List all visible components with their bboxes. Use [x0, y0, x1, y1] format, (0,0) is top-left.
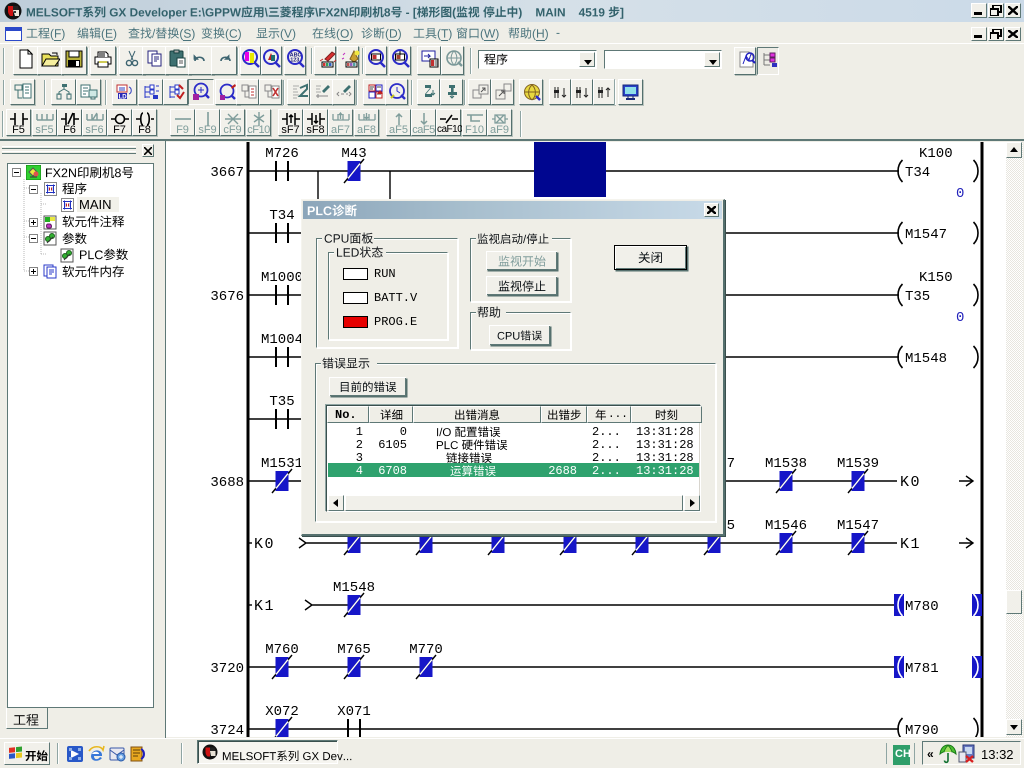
svg-text:M1548: M1548: [905, 351, 947, 367]
svg-text:T35: T35: [269, 394, 294, 410]
svg-text:3720: 3720: [210, 661, 244, 677]
svg-text:M1548: M1548: [333, 580, 375, 596]
svg-text:M726: M726: [265, 146, 299, 162]
svg-text:T34: T34: [905, 165, 930, 181]
svg-text:3676: 3676: [210, 289, 244, 305]
svg-text:K0: K0: [254, 536, 275, 553]
svg-text:K100: K100: [919, 146, 953, 162]
svg-text:M765: M765: [337, 642, 371, 658]
svg-text:M790: M790: [905, 723, 939, 737]
svg-text:M780: M780: [905, 599, 939, 615]
svg-text:K1: K1: [900, 536, 921, 553]
svg-text:X072: X072: [265, 704, 299, 720]
svg-text:K0: K0: [900, 474, 921, 491]
svg-text:0: 0: [956, 186, 964, 202]
svg-text:M760: M760: [265, 642, 299, 658]
svg-text:M43: M43: [341, 146, 366, 162]
svg-text:M1547: M1547: [905, 227, 947, 243]
svg-text:LD: LD: [119, 94, 128, 100]
svg-text:M1538: M1538: [765, 456, 807, 472]
svg-text:M1547: M1547: [837, 518, 879, 534]
svg-text:K150: K150: [919, 270, 953, 286]
svg-text:T34: T34: [269, 208, 294, 224]
svg-text:3667: 3667: [210, 165, 244, 181]
svg-text:M770: M770: [409, 642, 443, 658]
svg-text:M1539: M1539: [837, 456, 879, 472]
svg-text:123: 123: [290, 58, 299, 64]
svg-text:X071: X071: [337, 704, 371, 720]
svg-text:0: 0: [956, 310, 964, 326]
svg-text:3724: 3724: [210, 723, 244, 737]
svg-text:T35: T35: [905, 289, 930, 305]
svg-text:M781: M781: [905, 661, 939, 677]
svg-text:M1004: M1004: [261, 332, 303, 348]
svg-text:3688: 3688: [210, 475, 244, 491]
svg-text:M1531: M1531: [261, 456, 303, 472]
svg-text:M1546: M1546: [765, 518, 807, 534]
svg-text:K1: K1: [254, 598, 275, 615]
svg-text:M1000: M1000: [261, 270, 303, 286]
